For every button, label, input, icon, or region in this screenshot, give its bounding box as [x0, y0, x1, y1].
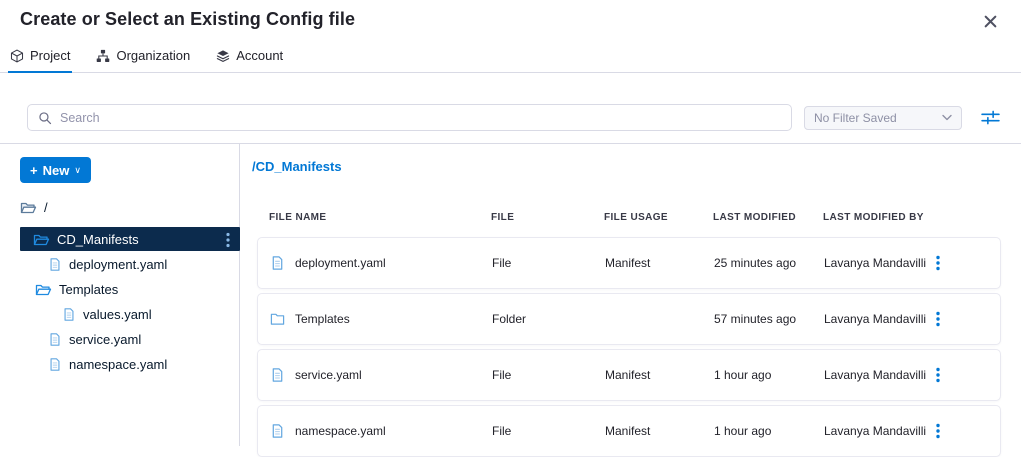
page-title: Create or Select an Existing Config file [20, 9, 355, 30]
tree-item-root[interactable]: / [0, 196, 239, 218]
tab-label: Account [236, 48, 283, 63]
saved-filter-dropdown[interactable]: No Filter Saved [804, 106, 962, 130]
project-cube-icon [10, 49, 24, 63]
file-icon [62, 307, 76, 322]
plus-icon: + [30, 163, 38, 178]
table-header-row: FILE NAME FILE FILE USAGE LAST MODIFIED … [257, 212, 1001, 223]
tree-item-values-yaml[interactable]: values.yaml [0, 302, 239, 327]
search-input[interactable] [60, 111, 781, 125]
row-menu-button[interactable] [932, 309, 944, 329]
file-name: namespace.yaml [295, 424, 386, 438]
last-modified: 57 minutes ago [714, 312, 824, 326]
tree-item-label: / [44, 200, 48, 215]
folder-icon [270, 311, 285, 327]
tree-item-service-yaml[interactable]: service.yaml [0, 327, 239, 352]
tree-item-deployment-yaml[interactable]: deployment.yaml [0, 252, 239, 277]
file-name: Templates [295, 312, 350, 326]
file-type: File [492, 424, 605, 438]
close-button[interactable] [980, 11, 1001, 32]
table-row-templates[interactable]: Templates Folder 57 minutes ago Lavanya … [257, 293, 1001, 345]
file-type: File [492, 368, 605, 382]
tree-item-label: CD_Manifests [57, 232, 139, 247]
tab-label: Project [30, 48, 70, 63]
file-icon [270, 367, 285, 383]
new-button-label: New [43, 163, 70, 178]
new-button[interactable]: + New ∨ [20, 157, 91, 183]
last-modified-by: Lavanya Mandavilli [824, 256, 932, 270]
row-menu-button[interactable] [932, 365, 944, 385]
folder-open-icon [33, 232, 50, 247]
table-row-service-yaml[interactable]: service.yaml File Manifest 1 hour ago La… [257, 349, 1001, 401]
content-area: +New∨ / CD_Manifests deployment.yaml Te [0, 143, 1021, 446]
file-usage: Manifest [605, 424, 714, 438]
file-icon [270, 423, 285, 439]
file-icon [48, 332, 62, 347]
dialog-header: Create or Select an Existing Config file [0, 0, 1021, 32]
file-type: File [492, 256, 605, 270]
table-row-deployment-yaml[interactable]: deployment.yaml File Manifest 25 minutes… [257, 237, 1001, 289]
search-icon [38, 111, 52, 125]
col-header-last-modified: LAST MODIFIED [713, 212, 823, 223]
search-box [27, 104, 792, 131]
chevron-down-icon [942, 114, 952, 121]
filter-settings-button[interactable] [979, 107, 1002, 128]
tab-organization[interactable]: Organization [94, 46, 192, 73]
tree-item-cd-manifests[interactable]: CD_Manifests [20, 227, 240, 251]
folder-contents-panel: /CD_Manifests FILE NAME FILE FILE USAGE … [240, 144, 1021, 446]
row-menu-button[interactable] [932, 421, 944, 441]
toolbar: No Filter Saved [0, 73, 1021, 131]
file-type: Folder [492, 312, 605, 326]
folder-open-icon [35, 282, 52, 297]
col-header-last-modified-by: LAST MODIFIED BY [823, 212, 931, 223]
file-usage: Manifest [605, 256, 714, 270]
organization-icon [96, 49, 110, 63]
kebab-menu-icon [936, 423, 940, 439]
last-modified-by: Lavanya Mandavilli [824, 312, 932, 326]
tree-item-label: Templates [59, 282, 118, 297]
file-icon [270, 255, 285, 271]
file-tree-sidebar: +New∨ / CD_Manifests deployment.yaml Te [0, 144, 240, 446]
file-tree: / CD_Manifests deployment.yaml Templates… [0, 196, 239, 377]
tab-account[interactable]: Account [214, 46, 285, 73]
row-menu-button[interactable] [932, 253, 944, 273]
col-header-file-usage: FILE USAGE [604, 212, 713, 223]
scope-tabs: Project Organization Account [0, 34, 1021, 73]
tree-item-label: deployment.yaml [69, 257, 167, 272]
account-layers-icon [216, 49, 230, 63]
last-modified-by: Lavanya Mandavilli [824, 368, 932, 382]
filter-sliders-icon [981, 109, 1000, 126]
file-icon [48, 357, 62, 372]
close-icon [984, 15, 997, 28]
kebab-menu-icon [936, 367, 940, 383]
file-icon [48, 257, 62, 272]
tab-label: Organization [116, 48, 190, 63]
tree-item-label: namespace.yaml [69, 357, 167, 372]
tree-item-menu-button[interactable] [222, 230, 234, 250]
folder-open-icon [20, 200, 37, 215]
col-header-file: FILE [491, 212, 604, 223]
table-row-namespace-yaml[interactable]: namespace.yaml File Manifest 1 hour ago … [257, 405, 1001, 457]
kebab-menu-icon [936, 311, 940, 327]
last-modified: 25 minutes ago [714, 256, 824, 270]
last-modified: 1 hour ago [714, 424, 824, 438]
chevron-down-icon: ∨ [74, 165, 81, 176]
last-modified: 1 hour ago [714, 368, 824, 382]
tree-item-label: service.yaml [69, 332, 141, 347]
tree-item-templates[interactable]: Templates [0, 277, 239, 302]
breadcrumb[interactable]: /CD_Manifests [252, 159, 342, 174]
tree-item-namespace-yaml[interactable]: namespace.yaml [0, 352, 239, 377]
tab-project[interactable]: Project [8, 46, 72, 73]
tree-item-label: values.yaml [83, 307, 152, 322]
file-name: service.yaml [295, 368, 362, 382]
saved-filter-value: No Filter Saved [814, 111, 897, 125]
col-header-file-name: FILE NAME [269, 212, 491, 223]
file-usage: Manifest [605, 368, 714, 382]
file-name: deployment.yaml [295, 256, 386, 270]
kebab-menu-icon [226, 232, 230, 248]
last-modified-by: Lavanya Mandavilli [824, 424, 932, 438]
kebab-menu-icon [936, 255, 940, 271]
